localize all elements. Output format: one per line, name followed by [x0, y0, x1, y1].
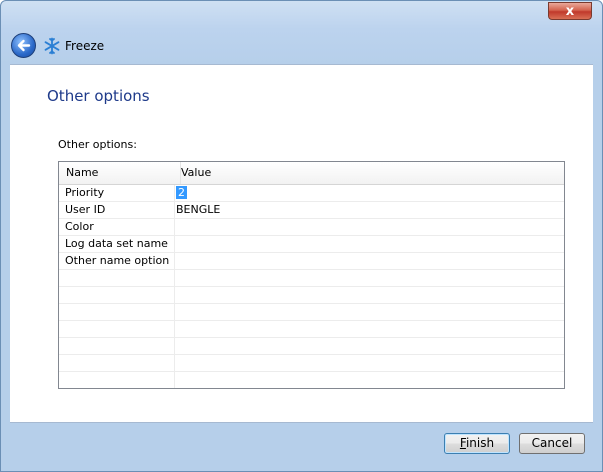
empty-row — [59, 338, 564, 355]
cancel-button[interactable]: Cancel — [519, 433, 585, 454]
finish-button[interactable]: Finish — [444, 433, 510, 454]
back-button[interactable] — [11, 33, 36, 58]
option-value[interactable] — [176, 219, 556, 235]
empty-row — [59, 355, 564, 372]
close-button[interactable]: x — [548, 2, 592, 20]
window-title: Freeze — [65, 39, 105, 53]
option-name: Other name option — [65, 254, 170, 267]
empty-row — [59, 270, 564, 287]
column-header-value[interactable]: Value — [174, 162, 561, 184]
option-name: Log data set name — [65, 237, 168, 250]
option-value[interactable]: BENGLE — [176, 202, 556, 218]
option-value-text: BENGLE — [176, 203, 221, 216]
table-row[interactable]: Log data set name — [59, 236, 564, 253]
option-value[interactable] — [176, 236, 556, 252]
empty-row — [59, 321, 564, 338]
back-arrow-icon — [17, 39, 31, 52]
content-panel: Other options Other options: Name Value … — [10, 64, 593, 422]
snowflake-icon — [44, 37, 60, 55]
table-row[interactable]: User ID BENGLE — [59, 202, 564, 219]
option-name: Priority — [65, 186, 105, 199]
grid-rows: Priority 2 User ID BENGLE Color Log data set … — [59, 185, 564, 388]
empty-row — [59, 372, 564, 388]
option-value-text: 2 — [176, 186, 187, 199]
footer-separator — [10, 422, 593, 423]
page-title: Other options — [47, 87, 150, 105]
section-label: Other options: — [58, 138, 137, 151]
empty-row — [59, 287, 564, 304]
close-icon: x — [565, 4, 575, 19]
option-value[interactable]: 2 — [176, 185, 556, 201]
option-value[interactable] — [176, 253, 556, 269]
column-header-name[interactable]: Name — [59, 162, 181, 184]
wizard-window: x Freeze Other options Other options: Na… — [0, 0, 603, 472]
table-row[interactable]: Priority 2 — [59, 185, 564, 202]
finish-label: inish — [465, 436, 495, 450]
option-name: Color — [65, 220, 94, 233]
grid-header: Name Value — [59, 162, 564, 185]
table-row[interactable]: Other name option — [59, 253, 564, 270]
option-name: User ID — [65, 203, 106, 216]
empty-row — [59, 304, 564, 321]
options-grid[interactable]: Name Value Priority 2 User ID BENGLE Color Lo… — [58, 161, 565, 389]
table-row[interactable]: Color — [59, 219, 564, 236]
